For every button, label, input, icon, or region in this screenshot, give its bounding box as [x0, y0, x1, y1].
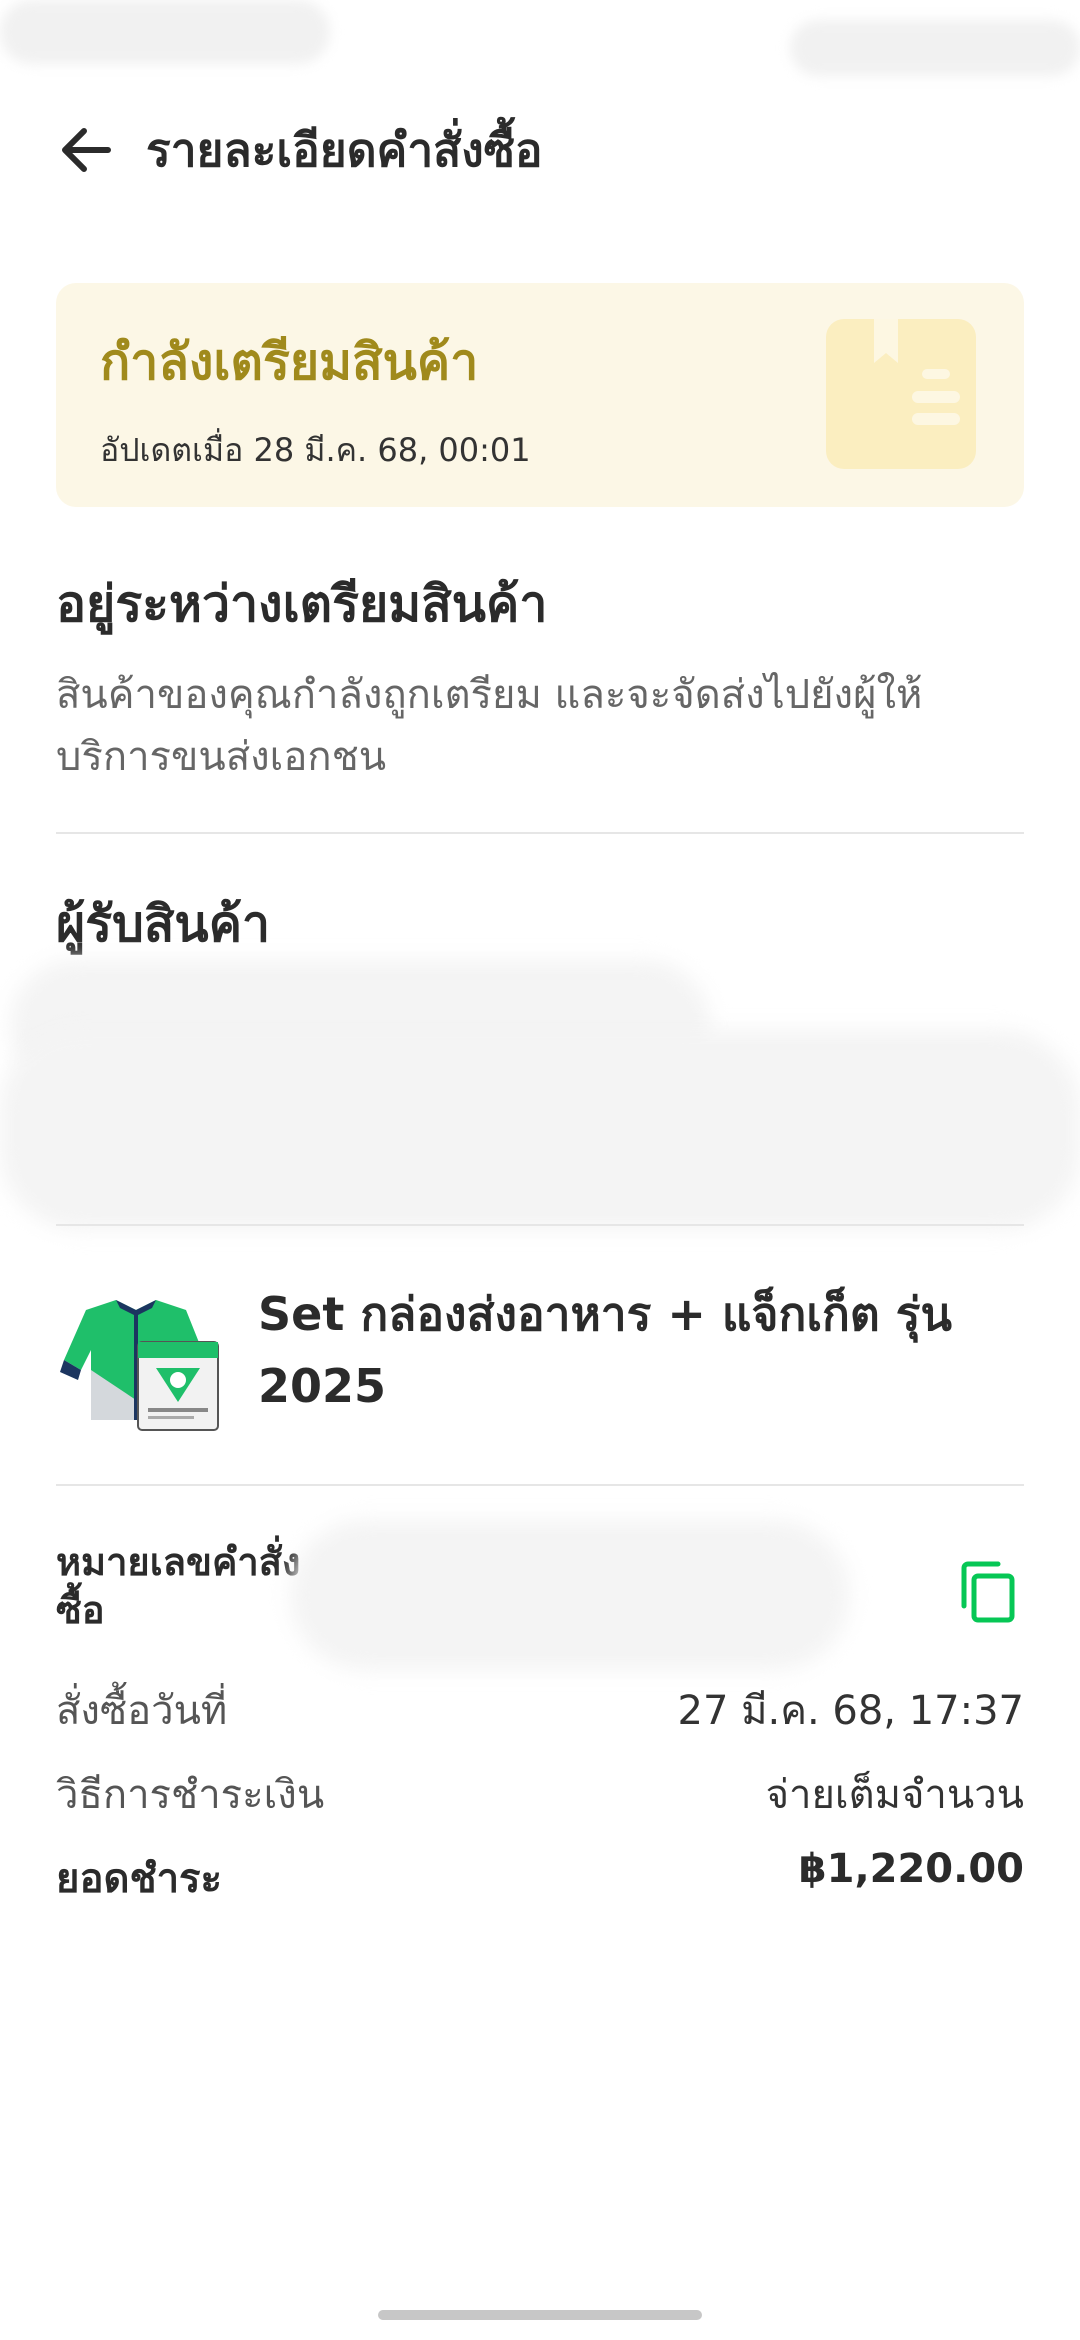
app-header: รายละเอียดคำสั่งซื้อ: [56, 110, 1024, 190]
progress-title: อยู่ระหว่างเตรียมสินค้า: [56, 575, 548, 633]
product-name[interactable]: Set กล่องส่งอาหาร + แจ็กเก็ต รุ่น 2025: [258, 1278, 958, 1422]
product-image: [60, 1300, 219, 1431]
order-date-value: 27 มี.ค. 68, 17:37: [677, 1688, 1024, 1734]
divider: [56, 1484, 1024, 1486]
status-bar: [0, 0, 1080, 90]
divider: [56, 832, 1024, 834]
total-value: ฿1,220.00: [798, 1846, 1024, 1892]
status-title: กำลังเตรียมสินค้า: [100, 333, 479, 391]
total-label: ยอดชำระ: [56, 1856, 223, 1902]
order-number-redacted: [290, 1520, 850, 1670]
arrow-left-icon: [62, 128, 111, 172]
recipient-details-redacted-2: [0, 1030, 1080, 1230]
divider: [56, 1224, 1024, 1226]
copy-icon[interactable]: [958, 1560, 1018, 1624]
package-box-icon: [826, 319, 976, 469]
payment-method-value: จ่ายเต็มจำนวน: [765, 1772, 1024, 1818]
home-indicator[interactable]: [378, 2310, 702, 2320]
order-date-label: สั่งซื้อวันที่: [56, 1688, 228, 1734]
payment-method-label: วิธีการชำระเงิน: [56, 1772, 325, 1818]
recipient-title: ผู้รับสินค้า: [56, 895, 271, 953]
order-status-card: กำลังเตรียมสินค้า อัปเดตเมื่อ 28 มี.ค. 6…: [56, 283, 1024, 507]
progress-description: สินค้าของคุณกำลังถูกเตรียม และจะจัดส่งไป…: [56, 672, 923, 780]
status-updated-time: อัปเดตเมื่อ 28 มี.ค. 68, 00:01: [100, 431, 531, 469]
back-button[interactable]: [56, 120, 116, 180]
page-title: รายละเอียดคำสั่งซื้อ: [146, 122, 543, 177]
